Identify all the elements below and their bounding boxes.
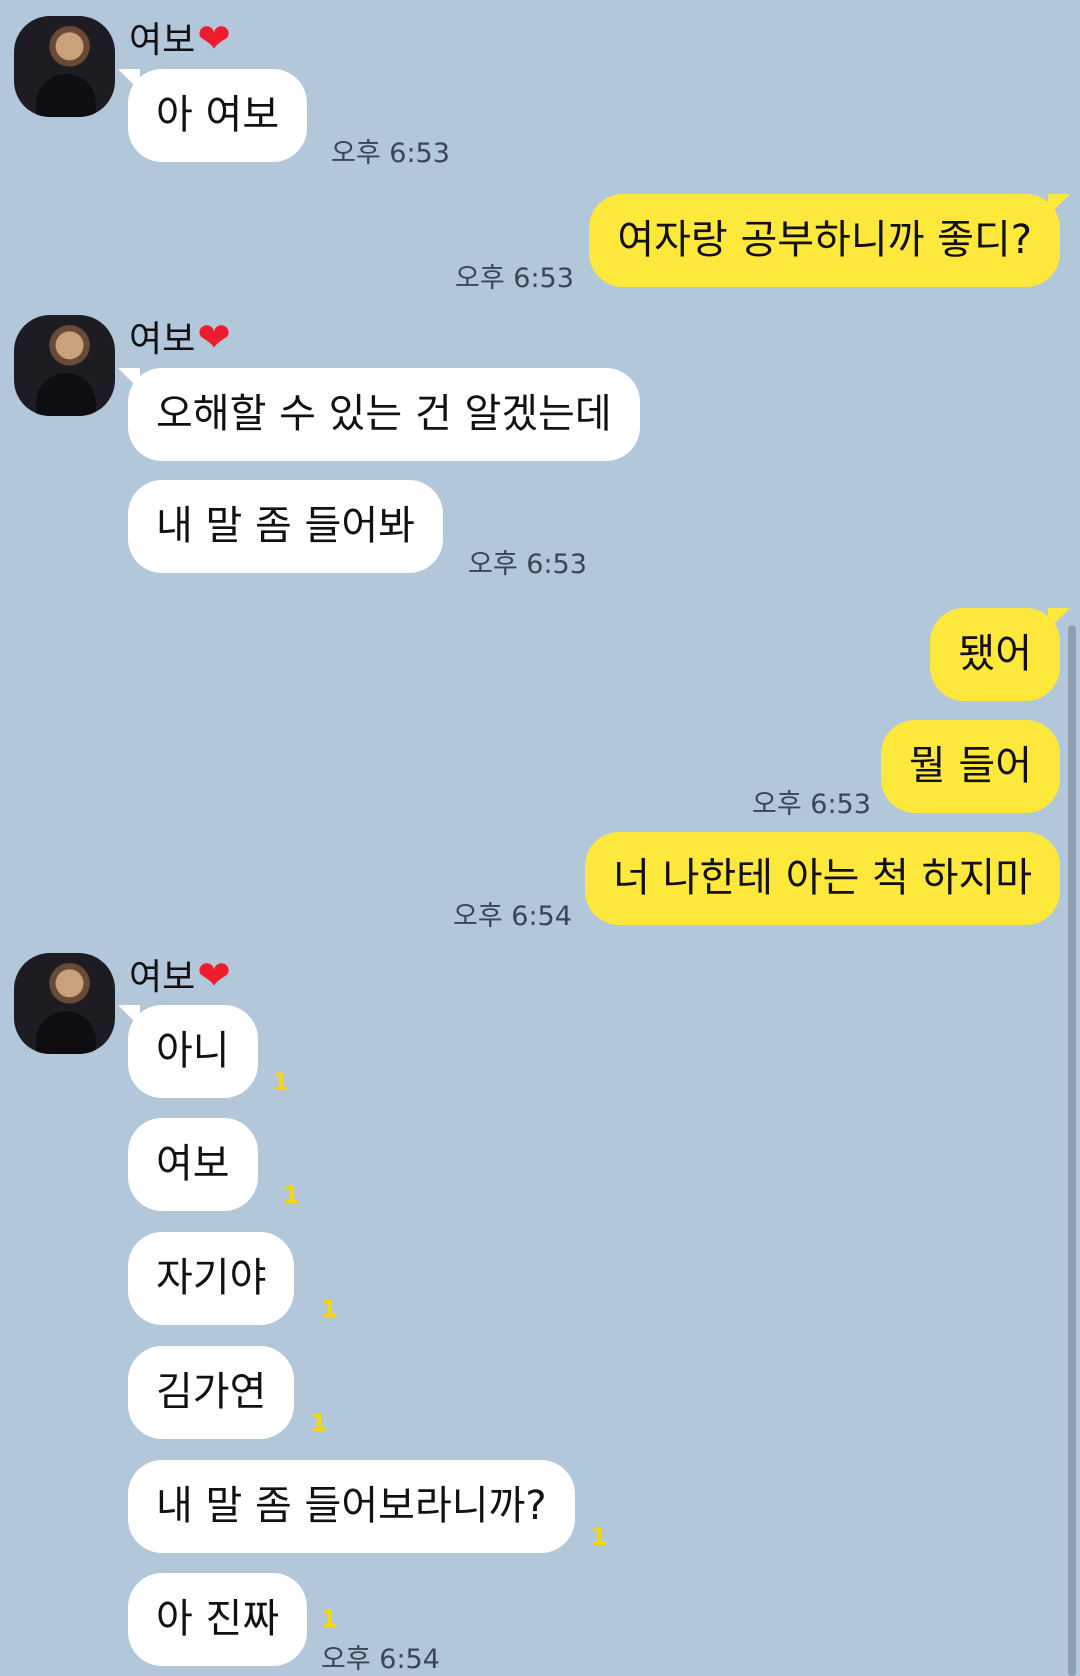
message-time: 오후 6:53: [455, 263, 574, 294]
message-time: 오후 6:54: [321, 1644, 440, 1675]
sender-name: 여보❤: [129, 953, 231, 999]
message-bubble[interactable]: 아 여보: [117, 69, 308, 162]
profile-avatar[interactable]: [14, 953, 115, 1054]
message-bubble[interactable]: 김가연: [128, 1346, 295, 1439]
scrollbar[interactable]: [1068, 625, 1076, 1676]
message-bubble[interactable]: 아니: [118, 1005, 258, 1098]
unread-count: 1: [310, 1409, 327, 1437]
message-bubble[interactable]: 뭘 들어: [880, 720, 1060, 813]
message-bubble[interactable]: 내 말 좀 들어보라니까?: [128, 1460, 575, 1553]
message-bubble[interactable]: 아 진짜: [128, 1573, 308, 1666]
unread-count: 1: [321, 1605, 338, 1633]
message-bubble[interactable]: 됐어: [930, 608, 1070, 701]
unread-count: 1: [283, 1181, 300, 1209]
unread-count: 1: [321, 1295, 338, 1323]
chat-room: 여보❤ 아 여보 오후 6:53 여자랑 공부하니까 좋디? 오후 6:53 여…: [0, 0, 1080, 1676]
heart-icon: ❤: [197, 16, 231, 62]
profile-avatar[interactable]: [14, 315, 115, 416]
sender-name: 여보❤: [129, 16, 231, 62]
message-bubble[interactable]: 여자랑 공부하니까 좋디?: [589, 194, 1070, 287]
heart-icon: ❤: [197, 315, 231, 361]
message-time: 오후 6:53: [752, 789, 871, 820]
message-bubble[interactable]: 여보: [128, 1118, 258, 1211]
sender-name: 여보❤: [129, 315, 231, 361]
message-bubble[interactable]: 너 나한테 아는 척 하지마: [585, 832, 1060, 925]
message-bubble[interactable]: 오해할 수 있는 건 알겠는데: [118, 368, 640, 461]
heart-icon: ❤: [197, 953, 231, 999]
message-time: 오후 6:53: [331, 138, 450, 169]
profile-avatar[interactable]: [14, 16, 115, 117]
message-bubble[interactable]: 내 말 좀 들어봐: [128, 480, 443, 573]
unread-count: 1: [272, 1068, 289, 1096]
message-time: 오후 6:53: [468, 549, 587, 580]
message-time: 오후 6:54: [453, 901, 572, 932]
unread-count: 1: [591, 1523, 608, 1551]
message-bubble[interactable]: 자기야: [128, 1232, 295, 1325]
